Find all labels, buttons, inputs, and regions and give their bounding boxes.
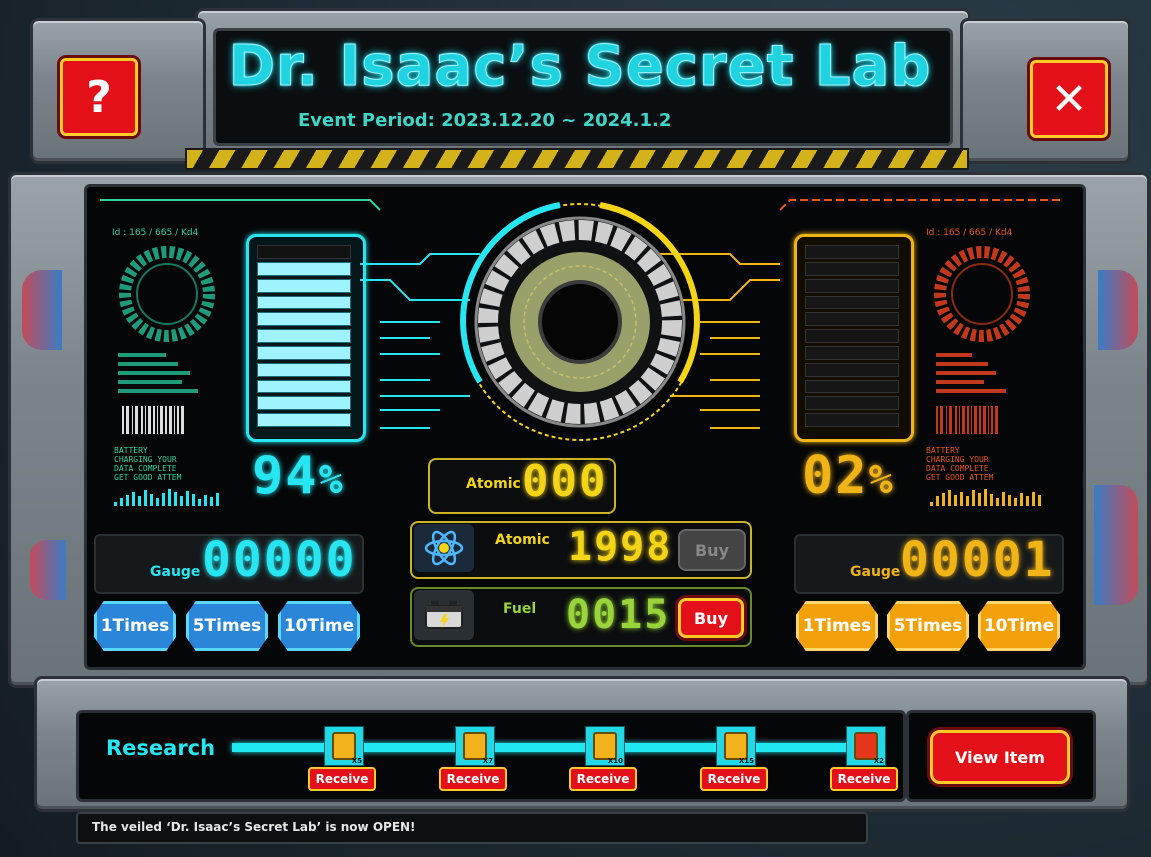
right-percent-value: 02 [802,446,869,506]
battery-bar [257,312,351,327]
left-side-cable [22,270,62,350]
left-1times-button[interactable]: 1Times [94,601,176,651]
atomic-counter-value: 000 [522,456,608,507]
reward-card: X10 [585,726,625,766]
battery-bar [257,245,351,259]
right-battery-bars [805,245,899,427]
right-gauge-value: 00001 [900,532,1055,588]
fuel-buy-button[interactable]: Buy [678,598,744,638]
battery-bar [805,329,899,343]
reward-qty: X2 [873,757,884,765]
atomic-counter-label: Atomic [466,476,521,492]
right-eq-bars [930,489,1041,506]
right-5times-button[interactable]: 5Times [887,601,969,651]
left-5times-button[interactable]: 5Times [186,601,268,651]
right-battery-text: BATTERY CHARGING YOUR DATA COMPLETE GET … [926,446,994,482]
battery-bar [257,329,351,343]
question-icon: ? [86,71,112,123]
left-corner-line [100,199,381,211]
battery-bar [257,396,351,411]
reactor-core [538,280,622,364]
view-item-button[interactable]: View Item [930,730,1070,784]
receive-button[interactable]: Receive [830,767,898,791]
right-side-cable [1098,270,1138,350]
left-gauge-value: 00000 [202,532,357,588]
receive-button[interactable]: Receive [439,767,507,791]
receive-button[interactable]: Receive [569,767,637,791]
reward-card-icon [854,732,878,760]
receive-button[interactable]: Receive [308,767,376,791]
right-micro-label: Id : 165 / 665 / Kd4 [926,228,1013,238]
reward-card-icon [332,732,356,760]
research-label: Research [106,736,216,760]
left-10time-button[interactable]: 10Time [278,601,360,651]
battery-bar [805,245,899,259]
battery-bar [805,362,899,377]
close-icon: ✕ [1050,73,1088,125]
left-percent: 94% [252,446,345,506]
reward-card: X2 [846,726,886,766]
reward-card: X5 [324,726,364,766]
receive-button[interactable]: Receive [700,767,768,791]
left-side-cable-2 [30,540,66,600]
atomic-item-value: 1998 [568,524,673,570]
left-gauge-label: Gauge [150,564,201,580]
left-barcode [122,406,184,434]
close-button[interactable]: ✕ [1030,60,1108,138]
battery-bar [257,295,351,310]
right-1times-button[interactable]: 1Times [796,601,878,651]
right-side-cable-2 [1094,485,1138,605]
reward-card-icon [463,732,487,760]
right-percent-sign: % [868,457,895,503]
fuel-item-value: 0015 [566,592,671,638]
left-eq-bars [114,489,219,506]
reward-card-icon [724,732,748,760]
battery-bar [257,345,351,360]
battery-bar [805,278,899,293]
reward-card: X15 [716,726,756,766]
reactor-svg [360,202,780,441]
left-battery-bars [257,245,351,427]
battery-bar [805,261,899,276]
right-corner-line [779,199,1060,211]
right-gauge-label: Gauge [850,564,901,580]
left-battery [246,234,366,442]
battery-bar [805,413,899,427]
reward-qty: X10 [607,757,623,765]
battery-bar [805,379,899,394]
reward-card: X7 [455,726,495,766]
event-period: Event Period: 2023.12.20 ~ 2024.1.2 [298,110,672,131]
page-title: Dr. Isaac’s Secret Lab [228,34,932,100]
reward-qty: X5 [351,757,362,765]
right-barcode [936,406,998,434]
ticker-text: The veiled ‘Dr. Isaac’s Secret Lab’ is n… [92,820,416,834]
left-percent-sign: % [318,457,345,503]
battery-bar [257,278,351,293]
battery-bar [257,379,351,394]
left-micro-label: Id : 165 / 665 / Kd4 [112,228,199,238]
atomic-item-label: Atomic [495,532,550,548]
battery-bar [805,396,899,411]
battery-icon [414,590,474,640]
battery-bar [805,295,899,310]
reward-qty: X15 [738,757,754,765]
battery-bar [257,413,351,427]
right-battery [794,234,914,442]
fuel-item-label: Fuel [503,601,537,617]
atom-icon [414,524,474,572]
battery-bar [805,345,899,360]
right-10time-button[interactable]: 10Time [978,601,1060,651]
reward-card-icon [593,732,617,760]
hazard-stripe [185,148,969,170]
reward-qty: X7 [482,757,493,765]
left-battery-text: BATTERY CHARGING YOUR DATA COMPLETE GET … [114,446,182,482]
help-button[interactable]: ? [60,58,138,136]
right-percent: 02% [802,446,895,506]
battery-bar [805,312,899,327]
left-percent-value: 94 [252,446,319,506]
battery-bar [257,261,351,276]
battery-bar [257,362,351,377]
atomic-buy-button[interactable]: Buy [678,529,746,571]
